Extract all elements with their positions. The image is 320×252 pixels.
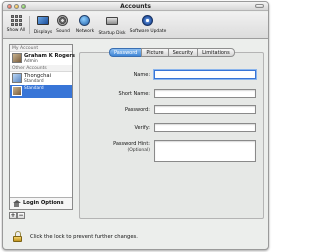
password-pane: Name: Short Name: Password: Verify: Pass… (79, 52, 264, 219)
my-account-header: My Account (10, 45, 72, 52)
add-remove-bar: + − (9, 212, 25, 219)
password-field[interactable] (154, 105, 256, 114)
account-role: Standard (24, 79, 44, 84)
tab-password[interactable]: Password (109, 48, 142, 57)
accounts-window: Accounts Show All Displays Sound Network… (2, 1, 269, 250)
account-role: Standard (24, 86, 44, 91)
toolbar-sound[interactable]: Sound (52, 15, 74, 34)
name-field[interactable] (154, 70, 256, 79)
toolbar: Show All Displays Sound Network Startup … (3, 12, 268, 39)
lock-icon[interactable] (13, 231, 22, 242)
short-name-field[interactable] (154, 89, 256, 98)
tab-security[interactable]: Security (167, 48, 198, 57)
window-title: Accounts (120, 3, 151, 10)
sound-icon (57, 15, 69, 27)
toolbar-network[interactable]: Network (74, 15, 96, 34)
toolbar-label: Software Update (129, 29, 167, 34)
password-hint-label: Password Hint: (113, 141, 150, 147)
password-hint-optional: (Optional) (127, 148, 150, 153)
password-label: Password: (124, 107, 150, 113)
toolbar-label: Network (75, 29, 95, 34)
software-update-icon (142, 15, 154, 27)
toolbar-label: Startup Disk (98, 31, 126, 36)
avatar (12, 53, 22, 63)
password-hint-field[interactable] (154, 140, 256, 162)
show-all-icon (10, 15, 22, 26)
lock-bar: Click the lock to prevent further change… (3, 227, 268, 249)
login-options-button[interactable]: Login Options (10, 197, 72, 209)
toolbar-startup-disk[interactable]: Startup Disk (98, 15, 126, 36)
toolbar-software-update[interactable]: Software Update (129, 15, 167, 34)
house-icon (12, 200, 21, 207)
account-name: Graham K Rogers (24, 53, 75, 59)
add-account-button[interactable]: + (9, 212, 17, 219)
verify-field[interactable] (154, 123, 256, 132)
account-row-selected[interactable]: Standard (10, 85, 72, 98)
account-name: Thongchai (24, 73, 51, 79)
toolbar-separator (29, 16, 30, 34)
name-label: Name: (133, 72, 150, 78)
short-name-label: Short Name: (118, 91, 150, 97)
avatar (12, 73, 22, 83)
title-bar: Accounts (3, 2, 268, 11)
toolbar-toggle-button[interactable] (255, 4, 264, 8)
toolbar-label: Show All (6, 28, 26, 33)
account-row-thongchai[interactable]: Thongchai Standard (10, 72, 72, 85)
toolbar-label: Sound (56, 29, 70, 34)
tab-picture[interactable]: Picture (141, 48, 168, 57)
network-icon (79, 15, 91, 27)
remove-account-button[interactable]: − (17, 212, 25, 219)
displays-icon (37, 16, 49, 28)
toolbar-displays[interactable]: Displays (32, 15, 54, 35)
account-role: Admin (24, 59, 38, 64)
login-options-label: Login Options (23, 200, 64, 206)
tab-limitations[interactable]: Limitations (197, 48, 235, 57)
lock-message: Click the lock to prevent further change… (30, 234, 138, 240)
avatar (12, 86, 22, 96)
other-accounts-header: Other Accounts (10, 65, 72, 72)
toolbar-label: Displays (33, 30, 53, 35)
verify-label: Verify: (134, 125, 150, 131)
accounts-list: My Account Graham K Rogers Admin Other A… (9, 44, 75, 210)
tab-bar: Password Picture Security Limitations (109, 48, 235, 57)
toolbar-show-all[interactable]: Show All (5, 15, 27, 33)
startup-disk-icon (106, 17, 118, 29)
account-row-graham[interactable]: Graham K Rogers Admin (10, 52, 75, 65)
